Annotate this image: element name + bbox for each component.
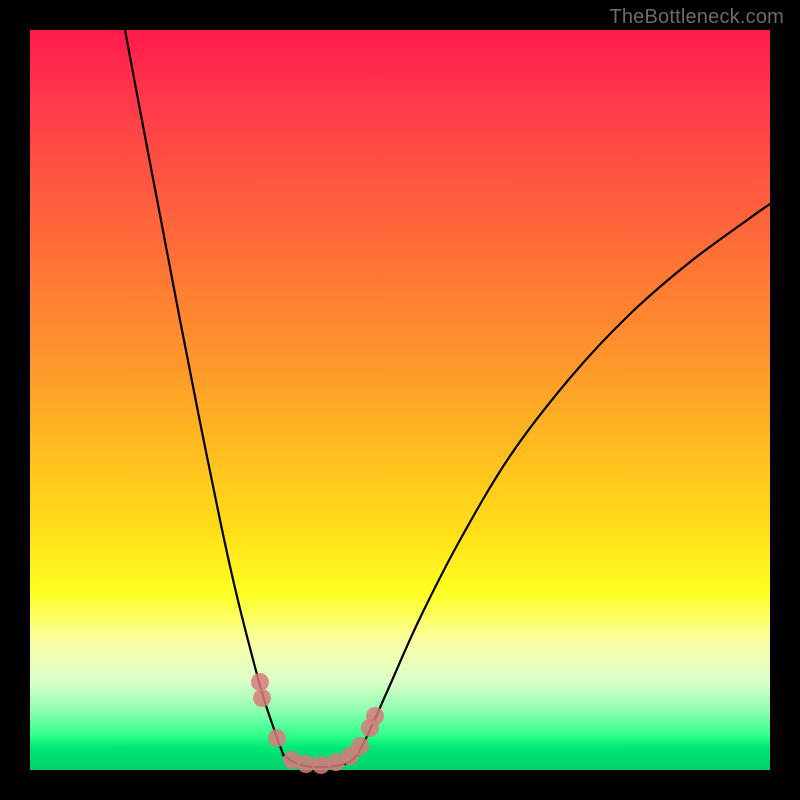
watermark-text: TheBottleneck.com (609, 6, 784, 29)
marker-dot (251, 673, 269, 691)
marker-dot (351, 737, 369, 755)
marker-dot (268, 729, 286, 747)
marker-dot (366, 707, 384, 725)
curve-path (125, 30, 770, 767)
marker-dot (253, 689, 271, 707)
marker-dot (312, 756, 330, 774)
chart-area (30, 30, 770, 770)
chart-svg (30, 30, 770, 770)
